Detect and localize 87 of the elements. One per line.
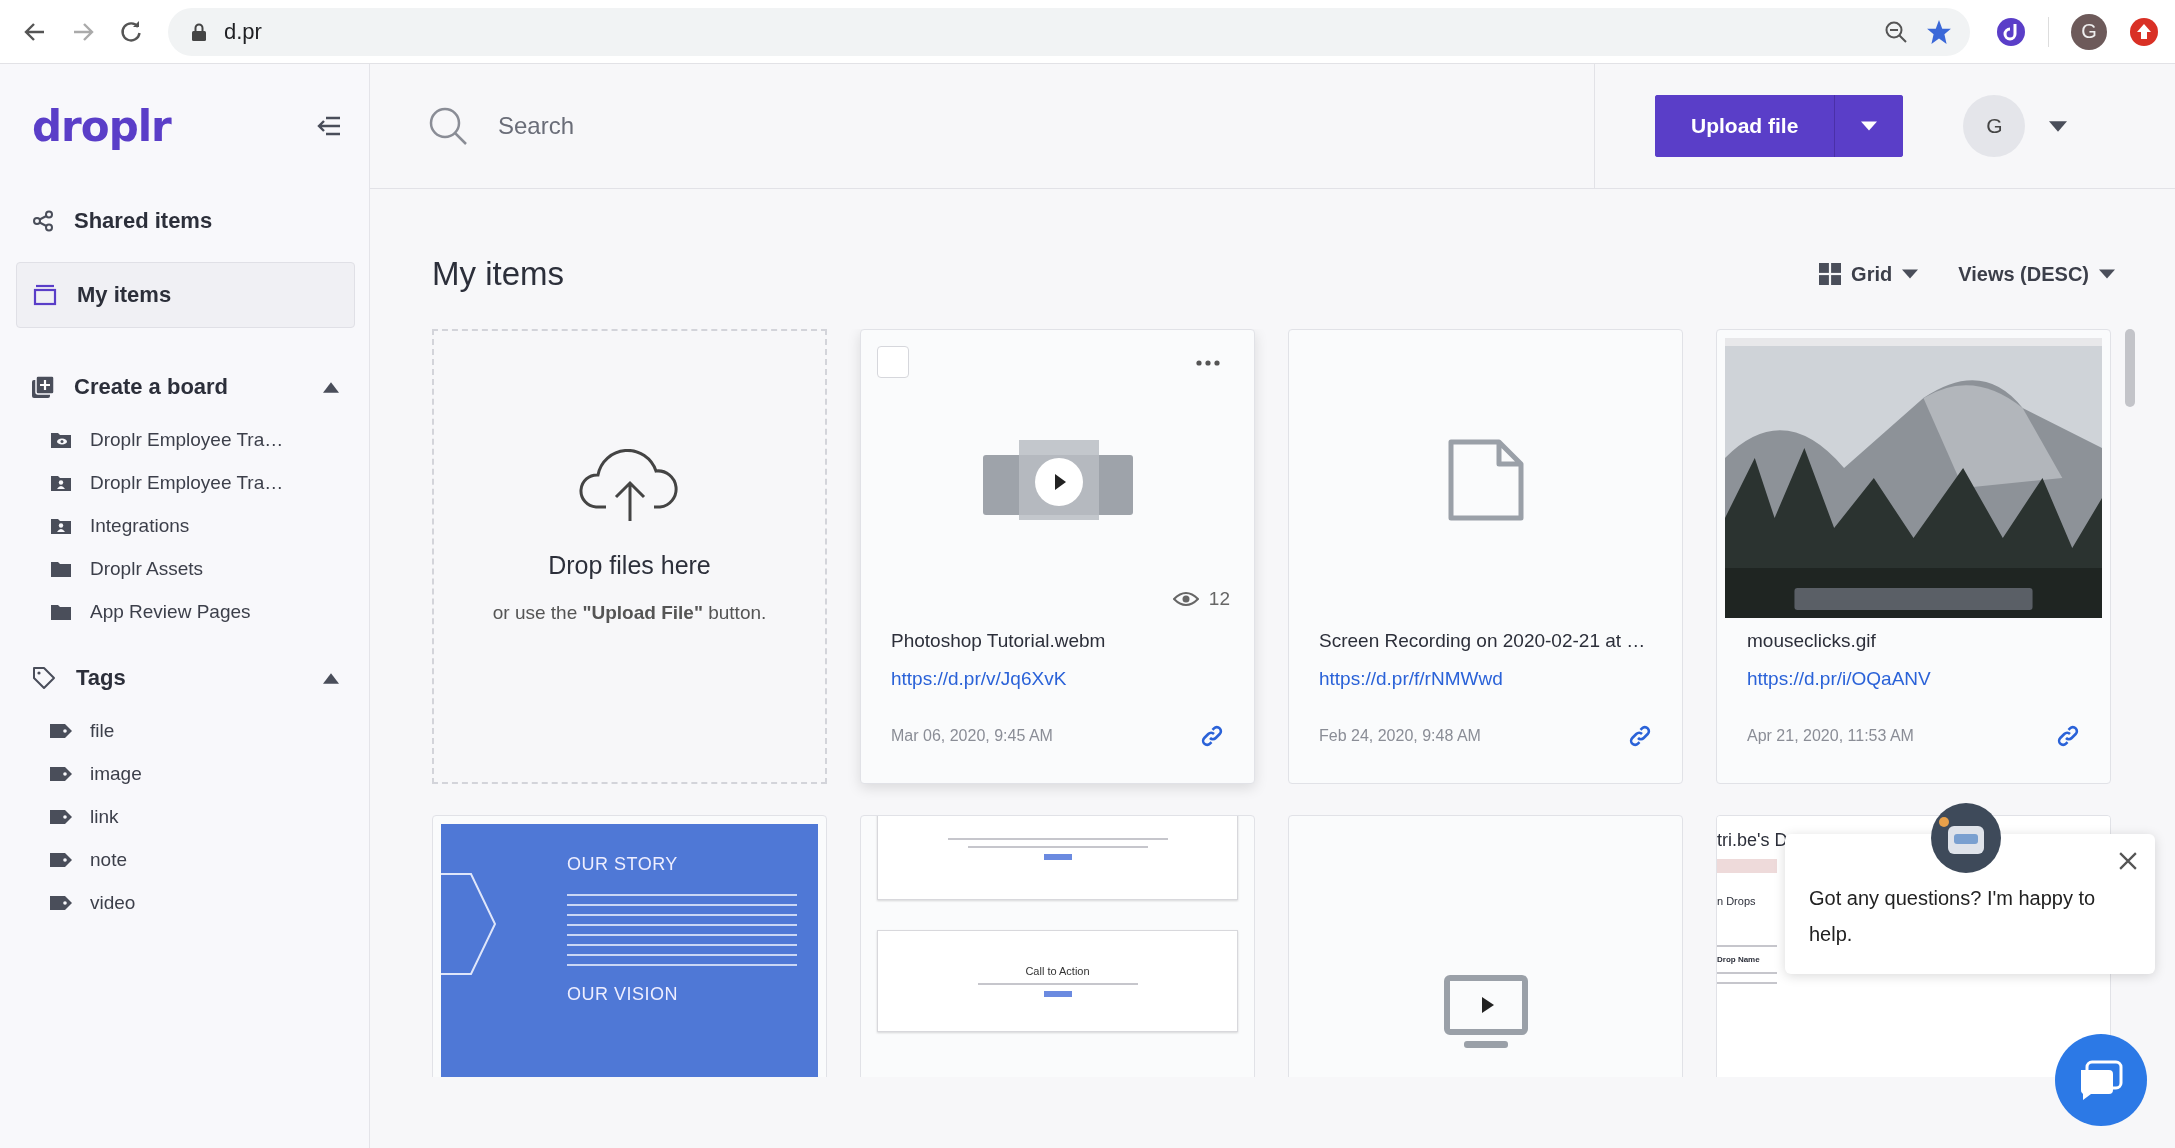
profile-avatar[interactable]: G	[2071, 13, 2107, 50]
upload-date: Mar 06, 2020, 9:45 AM	[891, 727, 1053, 745]
caret-icon[interactable]	[323, 672, 339, 684]
chat-icon	[2079, 1060, 2123, 1100]
board-item[interactable]: Droplr Employee Tra…	[16, 461, 355, 504]
drop-zone-title: Drop files here	[548, 551, 711, 580]
file-name: mouseclicks.gif	[1747, 630, 1877, 652]
person-folder-icon	[50, 473, 72, 492]
board-item[interactable]: Droplr Employee Tra…	[16, 418, 355, 461]
scrollbar-thumb[interactable]	[2125, 329, 2135, 407]
caret-icon	[2099, 269, 2115, 279]
user-avatar[interactable]: G	[1963, 95, 2026, 157]
file-icon	[1447, 439, 1524, 521]
file-card[interactable]: Screen Recording on 2020-02-21 at … https://d.pr/f/rNMWwd Feb 24, 2020, 9:48 AM	[1288, 329, 1683, 784]
link-icon[interactable]	[2056, 724, 2080, 748]
search-icon	[428, 106, 468, 146]
board-item[interactable]: App Review Pages	[16, 590, 355, 633]
person-folder-icon	[50, 516, 72, 535]
tag-icon	[50, 809, 72, 824]
share-link[interactable]: https://d.pr/f/rNMWwd	[1319, 668, 1652, 690]
add-board-icon	[32, 376, 54, 398]
upload-date: Feb 24, 2020, 9:48 AM	[1319, 727, 1481, 745]
star-icon[interactable]	[1926, 18, 1952, 45]
share-link[interactable]: https://d.pr/i/OQaANV	[1747, 668, 2080, 690]
page-title: My items	[432, 255, 565, 293]
stack-icon	[33, 284, 57, 306]
banner-bar	[1717, 859, 1777, 873]
link-icon[interactable]	[1200, 724, 1224, 748]
folder-icon	[50, 559, 72, 578]
column-heading: Drop Name	[1717, 955, 1760, 964]
lock-icon	[192, 22, 206, 41]
view-count: 12	[1208, 588, 1230, 610]
search-field[interactable]: Search	[496, 111, 900, 141]
monitor-play-icon	[1443, 974, 1528, 1051]
section-title: Tags	[76, 665, 127, 691]
caret-icon[interactable]	[323, 381, 339, 393]
nav-item[interactable]: Shared items	[16, 188, 355, 254]
tag-item[interactable]: link	[16, 795, 355, 838]
tag-icon	[32, 666, 56, 690]
drop-zone-hint: or use the "Upload File" button.	[492, 602, 767, 624]
tag-item[interactable]: video	[16, 881, 355, 924]
eye-folder-icon	[50, 430, 72, 449]
sort-dropdown[interactable]: Views (DESC)	[1958, 262, 2115, 286]
extension-icon[interactable]	[1996, 16, 2026, 47]
board-item[interactable]: Droplr Assets	[16, 547, 355, 590]
share-link[interactable]: https://d.pr/v/Jq6XvK	[891, 668, 1224, 690]
address-bar[interactable]: d.pr	[168, 7, 1970, 56]
more-icon[interactable]	[1196, 360, 1220, 366]
chat-message: Got any questions? I'm happy to help.	[1809, 887, 2096, 945]
caret-icon	[1902, 269, 1919, 279]
upload-date: Apr 21, 2020, 11:53 AM	[1747, 727, 1914, 745]
file-card[interactable]: mouseclicks.gif https://d.pr/i/OQaANV Apr 21, 2020, 11:53 AM	[1716, 329, 2111, 784]
page-heading: OUR VISION	[567, 984, 678, 1005]
page-heading: OUR STORY	[567, 854, 678, 875]
board-item[interactable]: Integrations	[16, 504, 355, 547]
tag-icon	[50, 766, 72, 781]
share-icon	[32, 210, 54, 232]
nav-item[interactable]: My items	[16, 262, 355, 328]
page-section: Call to Action	[877, 930, 1238, 1032]
zoom-out-icon[interactable]	[1884, 19, 1908, 44]
back-icon[interactable]	[24, 20, 46, 43]
grid-icon	[1819, 263, 1842, 285]
file-name: Screen Recording on 2020-02-21 at …	[1319, 630, 1647, 652]
logo[interactable]: droplr	[32, 101, 171, 151]
file-card[interactable]: 12 Photoshop Tutorial.webm https://d.pr/v/Jq6XvK Mar 06, 2020, 9:45 AM	[860, 329, 1255, 784]
tag-item[interactable]: image	[16, 752, 355, 795]
tag-icon	[50, 723, 72, 738]
section-heading: n Drops	[1717, 895, 1756, 907]
drop-zone[interactable]: Drop files here or use the "Upload File" button.	[432, 329, 827, 784]
reload-icon[interactable]	[120, 20, 142, 43]
tag-icon	[50, 852, 72, 867]
tag-item[interactable]: note	[16, 838, 355, 881]
view-toggle[interactable]: Grid	[1819, 262, 1919, 286]
collapse-sidebar-icon[interactable]	[317, 116, 341, 136]
upload-menu-button[interactable]	[1834, 95, 1904, 157]
tag-item[interactable]: file	[16, 709, 355, 752]
upload-icon[interactable]	[2129, 16, 2159, 47]
section-title: Create a board	[74, 374, 230, 400]
tag-icon	[50, 895, 72, 910]
caret-icon[interactable]	[2049, 120, 2068, 132]
eye-icon	[1172, 591, 1199, 607]
select-checkbox[interactable]	[877, 346, 909, 378]
close-icon[interactable]	[2119, 852, 2137, 870]
caret-icon	[1861, 121, 1878, 131]
file-name: Photoshop Tutorial.webm	[891, 630, 1107, 652]
link-icon[interactable]	[1628, 724, 1652, 748]
folder-icon	[50, 602, 72, 621]
